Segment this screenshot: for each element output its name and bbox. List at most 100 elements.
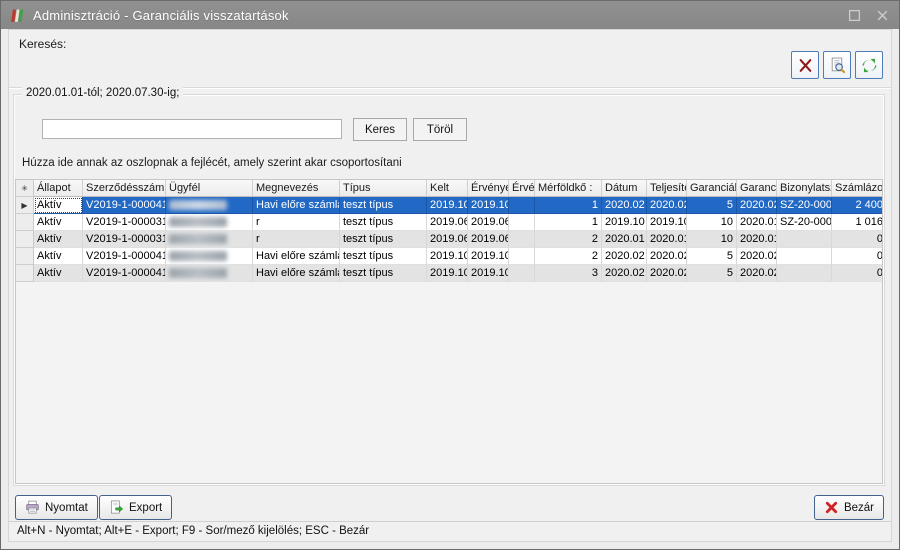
grid-cell[interactable]: V2019-1-000031 xyxy=(83,231,166,248)
column-header[interactable]: Ügyfél xyxy=(166,180,253,197)
grid-cell[interactable]: 2020.02 xyxy=(737,248,777,265)
column-header[interactable]: Állapot xyxy=(34,180,83,197)
close-icon[interactable] xyxy=(875,8,889,22)
customer-blurred-cell[interactable] xyxy=(166,231,253,248)
column-header[interactable]: Kelt xyxy=(427,180,468,197)
grid-cell[interactable]: 1 xyxy=(535,197,602,214)
grid-cell[interactable]: 0 xyxy=(832,265,883,282)
clear-filter-button[interactable] xyxy=(791,51,819,79)
row-indicator[interactable] xyxy=(16,231,34,248)
export-button[interactable]: Export xyxy=(99,495,172,520)
grid-cell[interactable]: 10 xyxy=(687,214,737,231)
grid-cell[interactable]: 2019.10 xyxy=(468,248,509,265)
grid-cell[interactable] xyxy=(509,231,535,248)
grid-cell[interactable] xyxy=(777,231,832,248)
titlebar[interactable]: Adminisztráció - Garanciális visszatartá… xyxy=(1,1,899,29)
grid-cell[interactable]: 0 xyxy=(832,231,883,248)
table-row[interactable]: AktívV2019-1-000041Havi előre számláz:te… xyxy=(16,265,882,282)
customer-blurred-cell[interactable] xyxy=(166,214,253,231)
grid-cell[interactable]: 2020.01 xyxy=(737,214,777,231)
grid-cell[interactable]: 2019.10 xyxy=(427,265,468,282)
grid-cell[interactable]: teszt típus xyxy=(340,197,427,214)
grid-cell[interactable]: 2019.06 xyxy=(468,231,509,248)
grid-cell[interactable]: 2019.10 xyxy=(468,265,509,282)
column-header[interactable]: Dátum xyxy=(602,180,647,197)
grid-cell[interactable]: 2 xyxy=(535,248,602,265)
grid-cell[interactable]: teszt típus xyxy=(340,231,427,248)
grid-cell[interactable]: 2019.10 xyxy=(427,197,468,214)
column-header[interactable]: Garanciá xyxy=(737,180,777,197)
row-indicator[interactable] xyxy=(16,265,34,282)
grid-cell[interactable]: 2019.10 xyxy=(427,248,468,265)
preview-button[interactable] xyxy=(823,51,851,79)
grid-cell[interactable] xyxy=(509,197,535,214)
grid-cell[interactable]: 2020.02 xyxy=(647,265,687,282)
column-header[interactable]: Mérföldkő : xyxy=(535,180,602,197)
grid-cell[interactable]: teszt típus xyxy=(340,265,427,282)
grid-cell[interactable]: 5 xyxy=(687,197,737,214)
grid-cell[interactable]: SZ-20-000 xyxy=(777,197,832,214)
grid-cell[interactable]: 1 xyxy=(535,214,602,231)
column-header[interactable]: Érvénye xyxy=(509,180,535,197)
grid-cell[interactable] xyxy=(777,248,832,265)
customer-blurred-cell[interactable] xyxy=(166,197,253,214)
grid-cell[interactable]: Havi előre számláz: xyxy=(253,265,340,282)
column-header[interactable]: Típus xyxy=(340,180,427,197)
grid-cell[interactable]: 2019.06 xyxy=(427,231,468,248)
grid-cell[interactable]: 2020.01 xyxy=(647,231,687,248)
grid-cell[interactable]: teszt típus xyxy=(340,248,427,265)
column-header[interactable]: Érvénye: xyxy=(468,180,509,197)
grid-cell[interactable]: Aktív xyxy=(34,231,83,248)
grid-cell[interactable]: 2020.02 xyxy=(737,265,777,282)
close-dialog-button[interactable]: Bezár xyxy=(814,495,884,520)
grid-cell[interactable]: r xyxy=(253,214,340,231)
column-header[interactable]: Számlázott xyxy=(832,180,883,197)
table-row[interactable]: AktívV2019-1-000031rteszt típus2019.0620… xyxy=(16,231,882,248)
grid-cell[interactable]: 2020.01 xyxy=(737,231,777,248)
column-header[interactable]: Megnevezés xyxy=(253,180,340,197)
column-header[interactable]: Teljesíté xyxy=(647,180,687,197)
grid-cell[interactable]: 10 xyxy=(687,231,737,248)
refresh-button[interactable] xyxy=(855,51,883,79)
grid-cell[interactable]: 2 400 xyxy=(832,197,883,214)
grid-cell[interactable]: Havi előre számláz: xyxy=(253,197,340,214)
column-header[interactable]: Szerződésszám xyxy=(83,180,166,197)
grid-cell[interactable] xyxy=(509,265,535,282)
table-row[interactable]: ▶AktívV2019-1-000041Havi előre számláz:t… xyxy=(16,197,882,214)
grid-cell[interactable]: V2019-1-000041 xyxy=(83,248,166,265)
grid-cell[interactable]: 2020.02 xyxy=(647,197,687,214)
maximize-icon[interactable] xyxy=(847,8,861,22)
column-header[interactable]: Garanciális xyxy=(687,180,737,197)
grid-cell[interactable]: V2019-1-000031 xyxy=(83,214,166,231)
grid-cell[interactable]: 2019.10 xyxy=(647,214,687,231)
grid-cell[interactable]: Aktív xyxy=(34,265,83,282)
grid-cell[interactable] xyxy=(509,214,535,231)
table-row[interactable]: AktívV2019-1-000031rteszt típus2019.0620… xyxy=(16,214,882,231)
column-header[interactable]: Bizonylatsz xyxy=(777,180,832,197)
table-row[interactable]: AktívV2019-1-000041Havi előre számláz:te… xyxy=(16,248,882,265)
current-row-indicator[interactable]: ▶ xyxy=(16,197,34,214)
grid-cell[interactable] xyxy=(509,248,535,265)
grid-cell[interactable]: r xyxy=(253,231,340,248)
grid-cell[interactable]: 5 xyxy=(687,265,737,282)
customer-blurred-cell[interactable] xyxy=(166,265,253,282)
print-button[interactable]: Nyomtat xyxy=(15,495,98,520)
grid-cell[interactable]: Aktív xyxy=(34,214,83,231)
grid-cell[interactable]: 2019.06 xyxy=(427,214,468,231)
torol-button[interactable]: Töröl xyxy=(413,118,467,141)
grid-cell[interactable]: 3 xyxy=(535,265,602,282)
grid-cell[interactable]: 2 xyxy=(535,231,602,248)
grid-cell[interactable]: 2020.02 xyxy=(602,265,647,282)
grid-cell[interactable]: 2020.02 xyxy=(737,197,777,214)
grid-cell[interactable]: Havi előre számláz: xyxy=(253,248,340,265)
grid-cell[interactable]: V2019-1-000041 xyxy=(83,197,166,214)
grid-cell[interactable]: SZ-20-000 xyxy=(777,214,832,231)
grid-cell[interactable]: 0 xyxy=(832,248,883,265)
grid-cell[interactable]: 2019.10 xyxy=(468,197,509,214)
grid-cell[interactable]: 5 xyxy=(687,248,737,265)
grid-cell[interactable]: 1 016 xyxy=(832,214,883,231)
grid-cell[interactable]: 2020.02 xyxy=(647,248,687,265)
keres-button[interactable]: Keres xyxy=(353,118,407,141)
search-input[interactable] xyxy=(42,119,342,139)
grid-cell[interactable]: 2019.06 xyxy=(468,214,509,231)
